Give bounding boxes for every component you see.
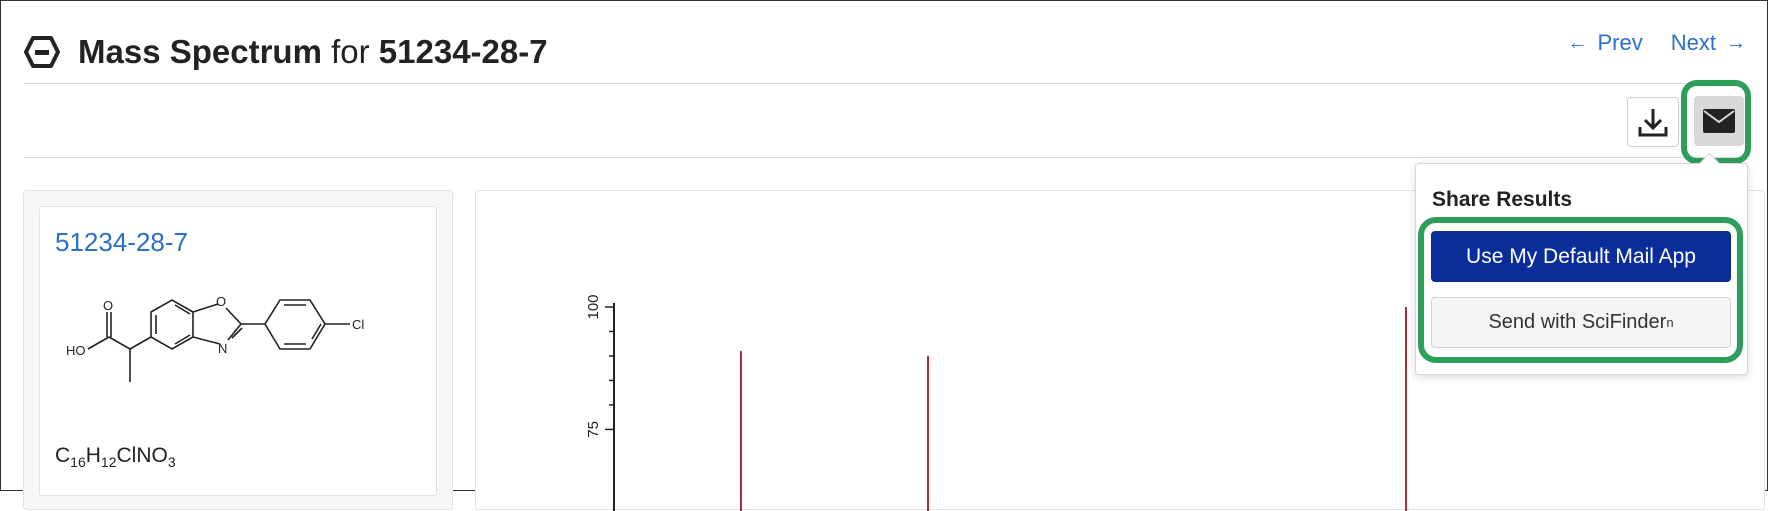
send-with-scifinder-button[interactable]: Send with SciFinder n: [1431, 297, 1731, 348]
structure-label-ring-o: O: [216, 294, 226, 309]
header-divider: [24, 83, 1746, 84]
y-tick-label-75: 75: [585, 421, 602, 438]
page-header: Mass Spectrum for 51234-28-7: [24, 28, 548, 76]
download-icon: [1638, 109, 1668, 137]
compound-panel: 51234-28-7 O HO O N Cl C16H12ClNO3: [23, 190, 453, 510]
arrow-right-icon: →: [1726, 31, 1746, 54]
title-for: for: [321, 33, 379, 70]
structure-label-ring-n: N: [218, 341, 227, 356]
mail-icon: [1703, 109, 1735, 133]
next-link[interactable]: Next →: [1671, 30, 1746, 56]
share-title: Share Results: [1432, 188, 1573, 211]
scifinder-label: Send with SciFinder: [1488, 311, 1667, 333]
cas-number-link[interactable]: 51234-28-7: [55, 227, 188, 258]
record-nav: ← Prev Next →: [1568, 30, 1747, 56]
chemical-structure: O HO O N Cl: [66, 294, 364, 382]
mail-share-button[interactable]: [1694, 96, 1744, 146]
next-label: Next: [1670, 30, 1716, 55]
prev-label: Prev: [1597, 30, 1643, 55]
page-title: Mass Spectrum for 51234-28-7: [78, 33, 548, 71]
title-main: Mass Spectrum: [78, 33, 322, 70]
scifinder-superscript: n: [1666, 315, 1674, 330]
default-mail-app-label: Use My Default Mail App: [1466, 244, 1696, 268]
y-tick-label-100: 100: [585, 294, 602, 319]
toolbar-divider: [24, 157, 1746, 158]
compound-card: 51234-28-7 O HO O N Cl C16H12ClNO3: [39, 206, 437, 496]
arrow-left-icon: ←: [1567, 31, 1588, 54]
structure-label-chlorine: Cl: [352, 317, 364, 332]
default-mail-app-button[interactable]: Use My Default Mail App: [1431, 231, 1731, 282]
prev-link[interactable]: ← Prev: [1568, 30, 1643, 56]
spectrum-hexagon-icon: [24, 36, 60, 68]
structure-label-hydroxyl: HO: [66, 343, 86, 358]
title-cas-number: 51234-28-7: [378, 33, 548, 70]
molecular-formula: C16H12ClNO3: [55, 444, 176, 471]
download-button[interactable]: [1627, 97, 1679, 147]
structure-label-carbonyl-o: O: [103, 298, 113, 313]
